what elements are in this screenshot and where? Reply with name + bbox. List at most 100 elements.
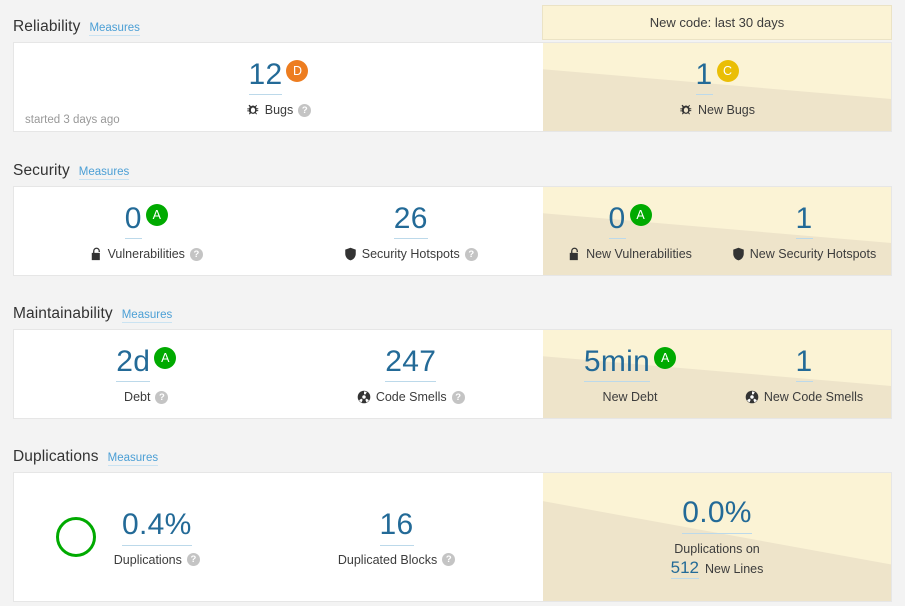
new-vulnerabilities-value[interactable]: 0 xyxy=(608,201,626,240)
duplicated-blocks-value[interactable]: 16 xyxy=(379,507,414,546)
section-header-security: Security Measures xyxy=(0,162,905,186)
security-hotspots-label: Security Hotspots xyxy=(361,247,460,262)
new-duplications-value-row: 0.0% xyxy=(682,495,752,534)
duplications-new-code: 0.0% Duplications on 512 New Lines xyxy=(543,473,891,601)
code-smells-help-icon[interactable]: ? xyxy=(451,390,465,404)
code-smell-icon xyxy=(745,390,759,404)
new-bugs-label: New Bugs xyxy=(698,103,755,118)
section-security: Security Measures 0 A Vulnerabilities ? … xyxy=(0,162,905,276)
section-header-reliability: Reliability Measures xyxy=(0,18,905,42)
panel-reliability: 12 D Bugs ? started 3 days ago 1 C New B… xyxy=(13,42,892,132)
new-vulnerabilities-label: New Vulnerabilities xyxy=(586,247,692,262)
section-header-maintainability: Maintainability Measures xyxy=(0,305,905,329)
new-vulnerabilities-label-row: New Vulnerabilities xyxy=(568,247,692,261)
measure-new-bugs: 1 C New Bugs xyxy=(543,57,891,117)
maintainability-new-code: 5min A New Debt 1 New Code Smells xyxy=(543,330,891,418)
measures-link-duplications[interactable]: Measures xyxy=(107,451,159,467)
code-smells-label: Code Smells xyxy=(375,390,447,405)
shield-icon xyxy=(344,247,357,261)
new-lines-row: 512 New Lines xyxy=(670,558,764,579)
new-bugs-rating-badge[interactable]: C xyxy=(716,59,739,82)
new-lines-value[interactable]: 512 xyxy=(670,558,699,579)
measure-vulnerabilities: 0 A Vulnerabilities ? xyxy=(14,201,279,261)
duplicated-blocks-value-row: 16 xyxy=(379,507,414,546)
new-bugs-label-row: New Bugs xyxy=(679,103,755,117)
security-hotspots-value[interactable]: 26 xyxy=(393,201,428,240)
code-smell-icon xyxy=(357,390,371,404)
new-duplications-value[interactable]: 0.0% xyxy=(682,495,752,534)
section-duplications: Duplications Measures 0.4% Duplications … xyxy=(0,448,905,602)
section-title-maintainability: Maintainability xyxy=(13,305,113,322)
duplications-donut-icon xyxy=(55,517,96,557)
new-debt-rating-badge[interactable]: A xyxy=(654,346,677,369)
unlocked-padlock-icon xyxy=(568,247,581,261)
new-debt-value[interactable]: 5min xyxy=(583,344,651,383)
code-smells-value[interactable]: 247 xyxy=(385,344,437,383)
new-security-hotspots-value[interactable]: 1 xyxy=(795,201,813,240)
security-overall: 0 A Vulnerabilities ? 26 Security Hotspo… xyxy=(14,187,543,275)
section-maintainability: Maintainability Measures 2d A Debt ? 247… xyxy=(0,305,905,419)
debt-label: Debt xyxy=(124,390,151,405)
new-security-hotspots-label-row: New Security Hotspots xyxy=(732,247,876,261)
debt-value[interactable]: 2d xyxy=(116,344,151,383)
debt-rating-badge[interactable]: A xyxy=(154,346,177,369)
measure-new-debt: 5min A New Debt xyxy=(543,344,717,404)
duplications-value[interactable]: 0.4% xyxy=(122,507,192,546)
duplications-label: Duplications xyxy=(113,552,182,567)
new-security-hotspots-value-row: 1 xyxy=(795,201,813,240)
bug-icon xyxy=(679,103,693,117)
new-code-smells-value-row: 1 xyxy=(795,344,813,383)
bugs-value[interactable]: 12 xyxy=(248,57,283,96)
bugs-label-row: Bugs ? xyxy=(246,103,312,117)
measures-link-security[interactable]: Measures xyxy=(78,165,130,181)
section-title-duplications: Duplications xyxy=(13,448,99,465)
duplications-label-row: Duplications ? xyxy=(114,553,200,567)
new-vulnerabilities-value-row: 0 A xyxy=(608,201,652,240)
security-hotspots-value-row: 26 xyxy=(393,201,428,240)
debt-help-icon[interactable]: ? xyxy=(155,390,169,404)
new-code-smells-label: New Code Smells xyxy=(763,390,864,405)
new-debt-value-row: 5min A xyxy=(583,344,677,383)
vulnerabilities-help-icon[interactable]: ? xyxy=(189,247,203,261)
vulnerabilities-value[interactable]: 0 xyxy=(124,201,142,240)
measure-security-hotspots: 26 Security Hotspots ? xyxy=(279,201,544,262)
new-lines-label: New Lines xyxy=(705,561,764,576)
measure-bugs: 12 D Bugs ? xyxy=(14,57,543,117)
duplications-overall: 0.4% Duplications ? 16 Duplicated Blocks xyxy=(14,473,543,601)
new-vulnerabilities-rating-badge[interactable]: A xyxy=(629,203,652,226)
measure-duplications: 0.4% Duplications ? xyxy=(114,507,200,567)
duplications-overall-inner: 0.4% Duplications ? 16 Duplicated Blocks xyxy=(14,507,543,567)
section-title-reliability: Reliability xyxy=(13,18,81,35)
measures-link-maintainability[interactable]: Measures xyxy=(121,308,173,324)
vulnerabilities-rating-badge[interactable]: A xyxy=(145,203,168,226)
new-bugs-value-row: 1 C xyxy=(695,57,739,96)
new-code-smells-value[interactable]: 1 xyxy=(795,344,813,383)
vulnerabilities-label: Vulnerabilities xyxy=(107,247,185,262)
shield-icon xyxy=(732,247,745,261)
bugs-rating-badge[interactable]: D xyxy=(286,59,309,82)
new-security-hotspots-label: New Security Hotspots xyxy=(749,247,877,262)
bugs-value-row: 12 D xyxy=(248,57,309,96)
measure-new-vulnerabilities: 0 A New Vulnerabilities xyxy=(543,201,717,261)
bugs-help-icon[interactable]: ? xyxy=(298,103,312,117)
new-debt-label: New Debt xyxy=(602,390,658,405)
new-bugs-value[interactable]: 1 xyxy=(695,57,713,96)
unlocked-padlock-icon xyxy=(90,247,103,261)
measures-link-reliability[interactable]: Measures xyxy=(89,21,140,37)
duplications-help-icon[interactable]: ? xyxy=(186,553,200,567)
section-header-duplications: Duplications Measures xyxy=(0,448,905,472)
code-smells-label-row: Code Smells ? xyxy=(357,390,465,404)
vulnerabilities-value-row: 0 A xyxy=(124,201,168,240)
debt-label-row: Debt ? xyxy=(124,390,169,405)
reliability-new-code: 1 C New Bugs xyxy=(543,43,891,131)
bugs-label: Bugs xyxy=(264,103,294,118)
measure-duplicated-blocks: 16 Duplicated Blocks ? xyxy=(338,507,456,567)
new-code-smells-label-row: New Code Smells xyxy=(745,390,863,404)
new-debt-label-row: New Debt xyxy=(603,390,658,404)
security-hotspots-help-icon[interactable]: ? xyxy=(464,247,478,261)
new-duplications-label: Duplications on xyxy=(674,541,760,556)
measure-new-code-smells: 1 New Code Smells xyxy=(717,344,891,404)
duplicated-blocks-help-icon[interactable]: ? xyxy=(442,553,456,567)
vulnerabilities-label-row: Vulnerabilities ? xyxy=(90,247,203,261)
section-title-security: Security xyxy=(13,162,70,179)
